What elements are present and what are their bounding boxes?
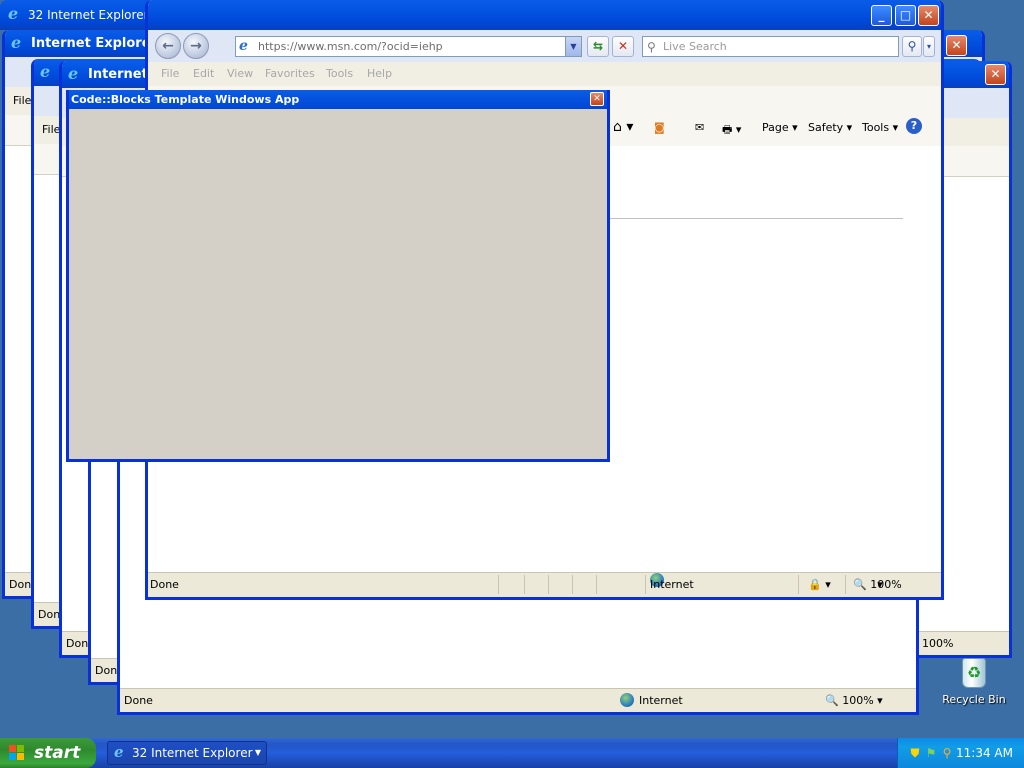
recycle-bin[interactable]: ♻ Recycle Bin	[940, 656, 1008, 712]
menu-edit[interactable]: Edit	[193, 62, 214, 86]
divider	[608, 218, 903, 219]
internet-explorer-icon: e	[68, 64, 79, 83]
page-menu-label: Page	[762, 121, 789, 134]
close-button-back-window[interactable]: ✕	[946, 35, 967, 56]
search-placeholder: Live Search	[663, 40, 727, 53]
zoom-value: 100%	[842, 694, 874, 707]
window-title-bar	[148, 0, 941, 30]
start-label: start	[34, 743, 81, 763]
internet-explorer-icon: e	[40, 62, 51, 81]
internet-explorer-icon: e	[8, 4, 19, 23]
close-button[interactable]: ✕	[918, 5, 939, 26]
system-tray: ⛊ ⚑ ⚲ 11:34 AM	[897, 738, 1024, 768]
print-icon[interactable]: 🖶 ▾	[722, 121, 741, 140]
recycle-bin-label: Recycle Bin	[942, 693, 1006, 706]
windows-logo-icon	[9, 745, 25, 761]
group-title: 32 Internet Explorer	[28, 8, 149, 22]
codeblocks-window[interactable]: Code::Blocks Template Windows App ✕	[66, 90, 610, 462]
protected-mode-icon[interactable]: 🔒 ▾	[808, 573, 831, 596]
codeblocks-close-button[interactable]: ✕	[590, 92, 604, 106]
start-button[interactable]: start	[0, 738, 96, 768]
tools-menu-label: Tools	[862, 121, 890, 134]
clock[interactable]: 11:34 AM	[956, 738, 1013, 768]
menu-file[interactable]: File	[161, 62, 179, 86]
back-button[interactable]: ←	[155, 33, 181, 59]
menu-favorites[interactable]: Favorites	[265, 62, 315, 86]
search-options-button[interactable]: ▾	[923, 36, 935, 57]
menu-file[interactable]: File	[42, 123, 60, 136]
menu-file[interactable]: File	[13, 94, 31, 107]
search-input[interactable]: ⚲ Live Search	[642, 36, 899, 57]
zoom-control[interactable]: 🔍 100% ▾	[853, 573, 902, 596]
internet-explorer-icon: e	[114, 743, 124, 761]
maximize-button[interactable]: □	[895, 5, 916, 26]
search-icon: ⚲	[647, 40, 656, 54]
help-icon[interactable]: ?	[906, 118, 922, 134]
network-icon[interactable]: ⚑	[924, 746, 938, 760]
status-bar: Done Internet 🔍 100% ▾	[120, 688, 916, 712]
menu-bar: File Edit View Favorites Tools Help	[148, 62, 941, 86]
recycle-bin-icon: ♻	[962, 658, 986, 688]
menu-tools[interactable]: Tools	[326, 62, 353, 86]
safety-menu-label: Safety	[808, 121, 844, 134]
close-button-back-window-2[interactable]: ✕	[985, 64, 1006, 85]
search-icon[interactable]: ⚲	[940, 746, 954, 760]
status-text: Done	[124, 694, 153, 707]
status-text: Done	[150, 578, 179, 591]
taskbar: start e 32 Internet Explorer ▼ ⛊ ⚑ ⚲ 11:…	[0, 738, 1024, 768]
safety-menu-button[interactable]: Safety ▾	[808, 121, 852, 134]
codeblocks-title: Code::Blocks Template Windows App	[71, 93, 300, 106]
address-toolbar: ← → e https://www.msn.com/?ocid=iehp ▼ ⇆…	[148, 30, 941, 62]
refresh-button[interactable]: ⇆	[587, 36, 609, 57]
forward-button[interactable]: →	[183, 33, 209, 59]
status-zone-label: Internet	[639, 694, 683, 707]
window-title: Internet Explorer	[31, 36, 157, 51]
menu-view[interactable]: View	[227, 62, 253, 86]
page-menu-button[interactable]: Page ▾	[762, 121, 798, 134]
codeblocks-title-bar: Code::Blocks Template Windows App	[69, 90, 607, 109]
zoom-level[interactable]: 100%	[922, 632, 953, 655]
zone-label: Internet	[650, 578, 694, 591]
stop-button[interactable]: ✕	[612, 36, 634, 57]
tools-menu-button[interactable]: Tools ▾	[862, 121, 898, 134]
globe-icon	[620, 693, 634, 707]
taskbar-button-internet-explorer[interactable]: e 32 Internet Explorer ▼	[107, 741, 267, 765]
taskbar-button-label: 32 Internet Explorer	[132, 746, 253, 760]
address-text: https://www.msn.com/?ocid=iehp	[258, 40, 443, 53]
minimize-button[interactable]: _	[871, 5, 892, 26]
home-icon[interactable]: ⌂ ▾	[613, 119, 633, 135]
security-shield-icon[interactable]: ⛊	[908, 746, 922, 760]
internet-explorer-icon: e	[11, 33, 22, 52]
status-zone: Internet	[620, 689, 683, 712]
status-bar: Done Internet 🔒 ▾ 🔍 100% ▾	[148, 572, 941, 597]
page-icon: e	[239, 38, 248, 54]
mail-icon[interactable]: ✉	[695, 121, 704, 134]
search-button[interactable]: ⚲	[902, 36, 922, 57]
zoom-value: 100%	[870, 578, 902, 591]
zoom-level[interactable]: 🔍 100% ▾	[825, 689, 883, 712]
address-bar[interactable]: e https://www.msn.com/?ocid=iehp ▼	[235, 36, 582, 57]
chevron-down-icon: ▼	[254, 748, 261, 757]
menu-help[interactable]: Help	[367, 62, 392, 86]
feeds-icon[interactable]: ◙	[654, 121, 665, 134]
address-dropdown-button[interactable]: ▼	[565, 37, 581, 56]
